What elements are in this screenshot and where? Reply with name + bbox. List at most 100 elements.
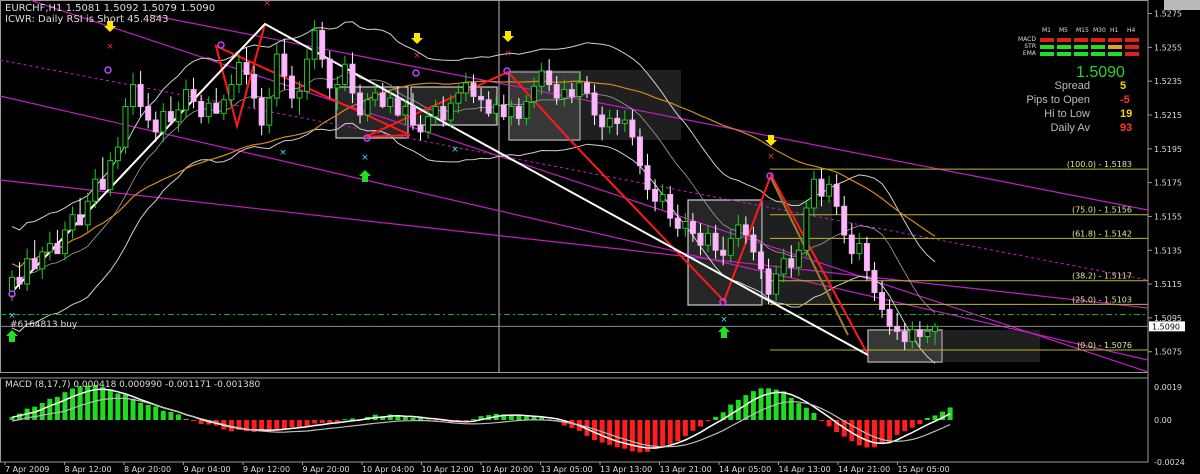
candle-body bbox=[122, 106, 129, 148]
macd-bar bbox=[607, 420, 613, 445]
price-tick-label: 1.5155 bbox=[1154, 212, 1182, 221]
stat-label: Hi to Low bbox=[1044, 108, 1090, 120]
macd-bar bbox=[160, 410, 166, 420]
candle-body bbox=[175, 109, 182, 123]
macd-bar bbox=[296, 420, 302, 428]
candle-body bbox=[500, 104, 507, 118]
channel-line bbox=[29, 0, 1149, 373]
signal-cell bbox=[1125, 45, 1139, 49]
candle-body bbox=[258, 97, 265, 126]
macd-bar bbox=[77, 386, 83, 420]
macd-bar bbox=[168, 411, 174, 420]
main-frame bbox=[0, 0, 1149, 373]
macd-bar bbox=[312, 420, 318, 424]
signal-cell bbox=[1040, 45, 1054, 49]
candle-body bbox=[84, 200, 91, 226]
candle-body bbox=[652, 188, 659, 202]
candle-body bbox=[349, 63, 356, 94]
candle-body bbox=[674, 217, 681, 229]
price-tick-label: 1.5175 bbox=[1154, 179, 1182, 188]
candle-body bbox=[364, 99, 371, 116]
macd-bar bbox=[819, 420, 825, 421]
macd-bar bbox=[796, 403, 802, 420]
signal-cell bbox=[1091, 45, 1105, 49]
macd-bar bbox=[856, 420, 862, 446]
timeframe-header: H1 bbox=[1110, 27, 1119, 34]
timeframe-header: M30 bbox=[1093, 27, 1106, 34]
macd-bar bbox=[115, 393, 121, 420]
candle-body bbox=[682, 221, 689, 229]
sell-arrow-icon bbox=[411, 33, 423, 44]
macd-bar bbox=[62, 392, 68, 420]
signal-cell bbox=[1074, 52, 1088, 56]
timeframe-header: M1 bbox=[1042, 27, 1051, 34]
price-chart[interactable]: (100.0) - 1.5183 (75.0) - 1.5156 (61.8) - … bbox=[0, 0, 1200, 474]
macd-title: MACD (8,17,7) 0.000418 0.000990 -0.00117… bbox=[5, 380, 261, 390]
macd-bar bbox=[887, 420, 893, 442]
candle-body bbox=[46, 242, 53, 253]
price-tick-label: 1.5135 bbox=[1154, 246, 1182, 255]
stat-label: Pips to Open bbox=[1026, 94, 1090, 106]
candle-body bbox=[583, 82, 590, 94]
macd-bar bbox=[743, 395, 749, 420]
stat-value: 93 bbox=[1120, 122, 1133, 134]
candle-body bbox=[319, 29, 326, 60]
candle-body bbox=[99, 178, 106, 190]
candle-body bbox=[69, 214, 76, 231]
candle-body bbox=[561, 89, 568, 99]
stat-value: 5 bbox=[1120, 80, 1127, 92]
macd-bar bbox=[705, 420, 711, 421]
macd-bar bbox=[145, 404, 151, 420]
signal-cell bbox=[1074, 45, 1088, 49]
candle-body bbox=[296, 90, 303, 99]
price-tick-label: 1.5195 bbox=[1154, 145, 1182, 154]
candle-body bbox=[644, 165, 651, 190]
candle-body bbox=[379, 92, 386, 108]
fib-level-label: (61.8) - 1.5142 bbox=[1072, 229, 1132, 238]
candle-body bbox=[54, 242, 61, 255]
macd-bar bbox=[54, 396, 60, 420]
candle-body bbox=[16, 276, 23, 285]
candle-body bbox=[114, 146, 121, 162]
macd-bar bbox=[728, 404, 734, 420]
candle-body bbox=[879, 292, 886, 310]
price-tick-label: 1.5215 bbox=[1154, 111, 1182, 120]
candle-body bbox=[659, 193, 666, 202]
candle-body bbox=[205, 102, 212, 118]
candle-body bbox=[531, 85, 538, 102]
fib-level-label: (38.2) - 1.5117 bbox=[1072, 272, 1132, 281]
candle-body bbox=[402, 106, 409, 116]
candle-body bbox=[92, 178, 99, 202]
time-tick-label: 10 Apr 20:00 bbox=[481, 465, 533, 474]
price-tick-label: 1.5115 bbox=[1154, 280, 1182, 289]
signal-cell bbox=[1108, 38, 1122, 42]
candle-body bbox=[266, 97, 273, 126]
channel-line bbox=[0, 179, 1149, 309]
signal-cell bbox=[1091, 52, 1105, 56]
price-tick-label: 1.5275 bbox=[1154, 10, 1182, 19]
macd-bar bbox=[319, 420, 325, 423]
candle-body bbox=[818, 178, 825, 197]
signal-cell bbox=[1040, 38, 1054, 42]
macd-bar bbox=[675, 420, 681, 442]
candle-body bbox=[213, 102, 220, 114]
macd-bar bbox=[902, 420, 908, 432]
range-box bbox=[410, 86, 498, 126]
candle-body bbox=[145, 106, 152, 121]
macd-bar bbox=[909, 420, 915, 428]
time-tick-label: 13 Apr 21:00 bbox=[660, 465, 712, 474]
candle-body bbox=[409, 106, 416, 126]
macd-bar bbox=[849, 420, 855, 442]
fib-level-label: (100.0) - 1.5183 bbox=[1067, 160, 1132, 169]
macd-bar bbox=[682, 420, 688, 437]
timeframe-header: H4 bbox=[1127, 27, 1136, 34]
candle-body bbox=[750, 234, 757, 253]
time-tick-label: 13 Apr 13:00 bbox=[600, 465, 652, 474]
signal-row-label: STR bbox=[1024, 43, 1036, 50]
candle-body bbox=[24, 258, 31, 285]
current-price-tag-label: 1.5090 bbox=[1152, 322, 1180, 331]
signal-cell bbox=[1125, 38, 1139, 42]
resistance-marker-icon: × bbox=[767, 152, 775, 162]
signal-row-label: MACD bbox=[1018, 36, 1036, 43]
symbol-title: EURCHF,H1 1.5081 1.5092 1.5079 1.5090 bbox=[5, 3, 216, 14]
